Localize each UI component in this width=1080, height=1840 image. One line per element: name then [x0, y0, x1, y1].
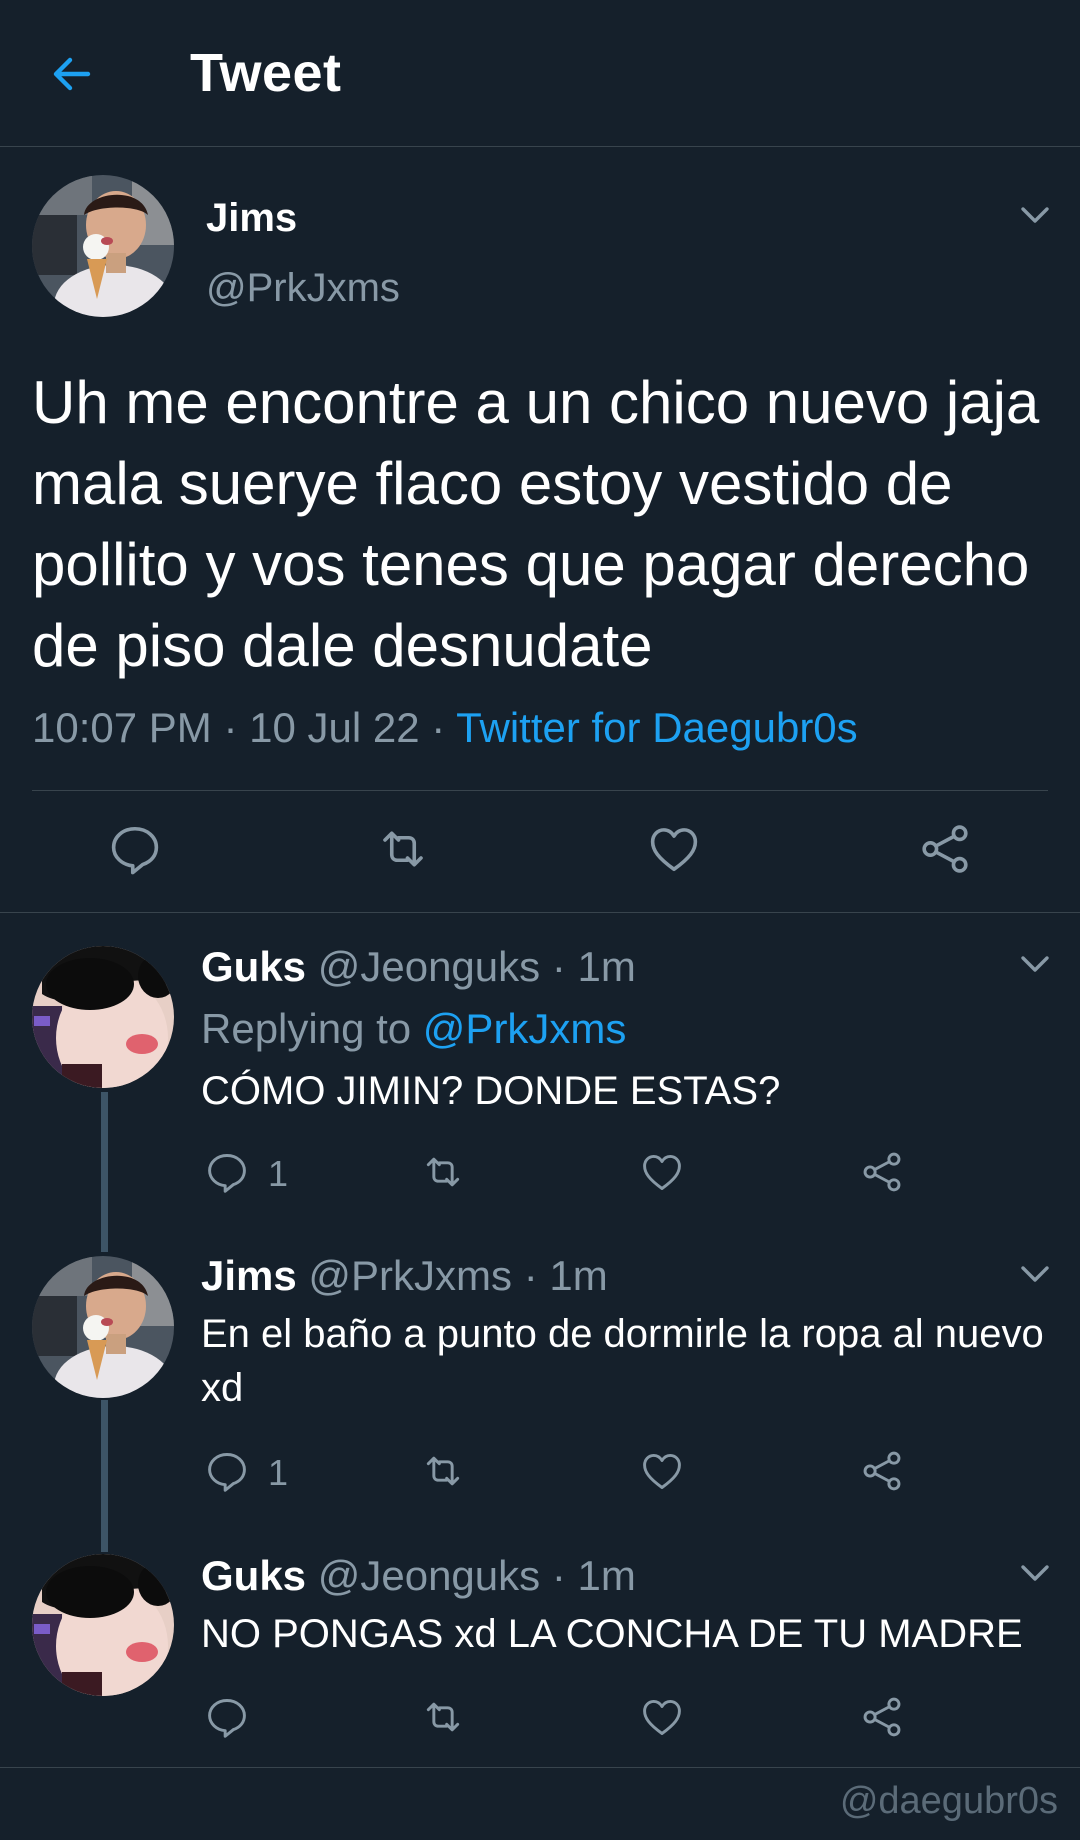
author-handle[interactable]: @Jeonguks [318, 1552, 540, 1599]
divider [32, 790, 1048, 791]
reply-text: En el baño a punto de dormirle la ropa a… [201, 1312, 1044, 1410]
avatar-image [32, 1554, 174, 1696]
reply-header: Guks @Jeonguks · 1m [201, 1552, 636, 1600]
replying-to: Replying to @PrkJxms [201, 1005, 626, 1053]
heart-icon[interactable] [640, 1695, 684, 1739]
avatar[interactable] [32, 946, 174, 1088]
share-icon[interactable] [860, 1449, 904, 1493]
avatar[interactable] [32, 1554, 174, 1696]
replying-label: Replying to [201, 1005, 423, 1052]
chevron-down-icon[interactable] [1017, 952, 1053, 976]
author-name[interactable]: Jims [206, 196, 297, 241]
avatar-image [32, 175, 174, 317]
share-icon[interactable] [918, 822, 972, 876]
tweet-source-link[interactable]: Twitter for Daegubr0s [456, 704, 858, 751]
meta-separator: · [512, 1252, 550, 1299]
watermark: @daegubr0s [839, 1780, 1058, 1822]
meta-separator: · [540, 1552, 578, 1599]
retweet-icon[interactable] [376, 822, 430, 876]
reply-count: 1 [268, 1153, 289, 1194]
retweet-icon[interactable] [421, 1150, 465, 1194]
reply-text: CÓMO JIMIN? DONDE ESTAS? [201, 1069, 781, 1113]
divider [0, 1767, 1080, 1768]
chevron-down-icon[interactable] [1017, 1561, 1053, 1585]
meta-separator: · [211, 704, 250, 751]
comment-bubble-icon[interactable] [205, 1695, 249, 1739]
avatar[interactable] [32, 175, 174, 317]
meta-separator: · [540, 943, 578, 990]
reply-count: 1 [268, 1452, 289, 1493]
retweet-icon[interactable] [421, 1449, 465, 1493]
avatar[interactable] [32, 1256, 174, 1398]
comment-bubble-icon[interactable] [205, 1449, 249, 1493]
tweet-text: Uh me encontre a un chico nuevo jaja mal… [32, 369, 1040, 679]
chevron-down-icon[interactable] [1017, 203, 1053, 227]
author-handle[interactable]: @PrkJxms [206, 266, 400, 311]
reply-header: Jims @PrkJxms · 1m [201, 1252, 608, 1300]
avatar-image [32, 1256, 174, 1398]
author-name[interactable]: Guks [201, 1552, 306, 1599]
reply-header: Guks @Jeonguks · 1m [201, 943, 636, 991]
reply-time: 1m [577, 943, 636, 990]
author-handle[interactable]: @Jeonguks [318, 943, 540, 990]
reply-time: 1m [549, 1252, 608, 1299]
author-name[interactable]: Guks [201, 943, 306, 990]
tweet-date: 10 Jul 22 [249, 704, 420, 751]
comment-bubble-icon[interactable] [108, 822, 162, 876]
divider [0, 912, 1080, 913]
meta-separator: · [419, 704, 457, 751]
reply-time: 1m [577, 1552, 636, 1599]
tweet-time: 10:07 PM [32, 704, 212, 751]
share-icon[interactable] [860, 1150, 904, 1194]
avatar-image [32, 946, 174, 1088]
top-app-bar: Tweet [0, 0, 1080, 147]
reply-text: NO PONGAS xd LA CONCHA DE TU MADRE [201, 1612, 1023, 1656]
author-name[interactable]: Jims [201, 1252, 297, 1299]
heart-icon[interactable] [640, 1449, 684, 1493]
comment-bubble-icon[interactable] [205, 1150, 249, 1194]
arrow-left-icon[interactable] [48, 50, 96, 98]
thread-connector [101, 1092, 108, 1252]
heart-icon[interactable] [647, 822, 701, 876]
page-title: Tweet [190, 43, 342, 103]
thread-connector [101, 1400, 108, 1552]
tweet-metadata: 10:07 PM · 10 Jul 22 · Twitter for Daegu… [32, 704, 858, 752]
heart-icon[interactable] [640, 1150, 684, 1194]
author-handle[interactable]: @PrkJxms [308, 1252, 512, 1299]
mention-link[interactable]: @PrkJxms [423, 1005, 627, 1052]
retweet-icon[interactable] [421, 1695, 465, 1739]
share-icon[interactable] [860, 1695, 904, 1739]
chevron-down-icon[interactable] [1017, 1262, 1053, 1286]
